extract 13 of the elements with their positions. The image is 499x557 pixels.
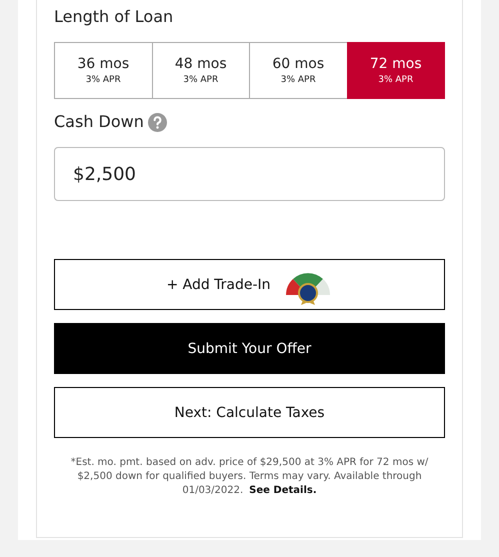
- disclaimer-text: *Est. mo. pmt. based on adv. price of $29,500 at 3% APR for 72 mos w/ $2,500 down for qualified buyers. Terms may vary. Available through 01/03/2022. See Details.: [70, 456, 430, 498]
- loan-term-tab[interactable]: 36 mos 3% APR: [54, 42, 152, 99]
- field-label: Cash Down: [54, 111, 144, 133]
- next-button[interactable]: Next: Calculate Taxes: [54, 387, 445, 438]
- submit-button[interactable]: Submit Your Offer: [54, 323, 445, 374]
- help-icon[interactable]: [148, 112, 167, 132]
- details-link[interactable]: See Details.: [249, 485, 317, 496]
- add-trade-in-button[interactable]: + Add Trade-In: [54, 259, 445, 310]
- section-label: Length of Loan: [54, 6, 174, 28]
- loan-term-tab[interactable]: 48 mos 3% APR: [152, 42, 250, 99]
- loan-term-tab[interactable]: 72 mos 3% APR: [346, 42, 445, 99]
- loan-term-tab[interactable]: 60 mos 3% APR: [249, 42, 348, 99]
- cash-down-input[interactable]: $2,500: [54, 147, 445, 201]
